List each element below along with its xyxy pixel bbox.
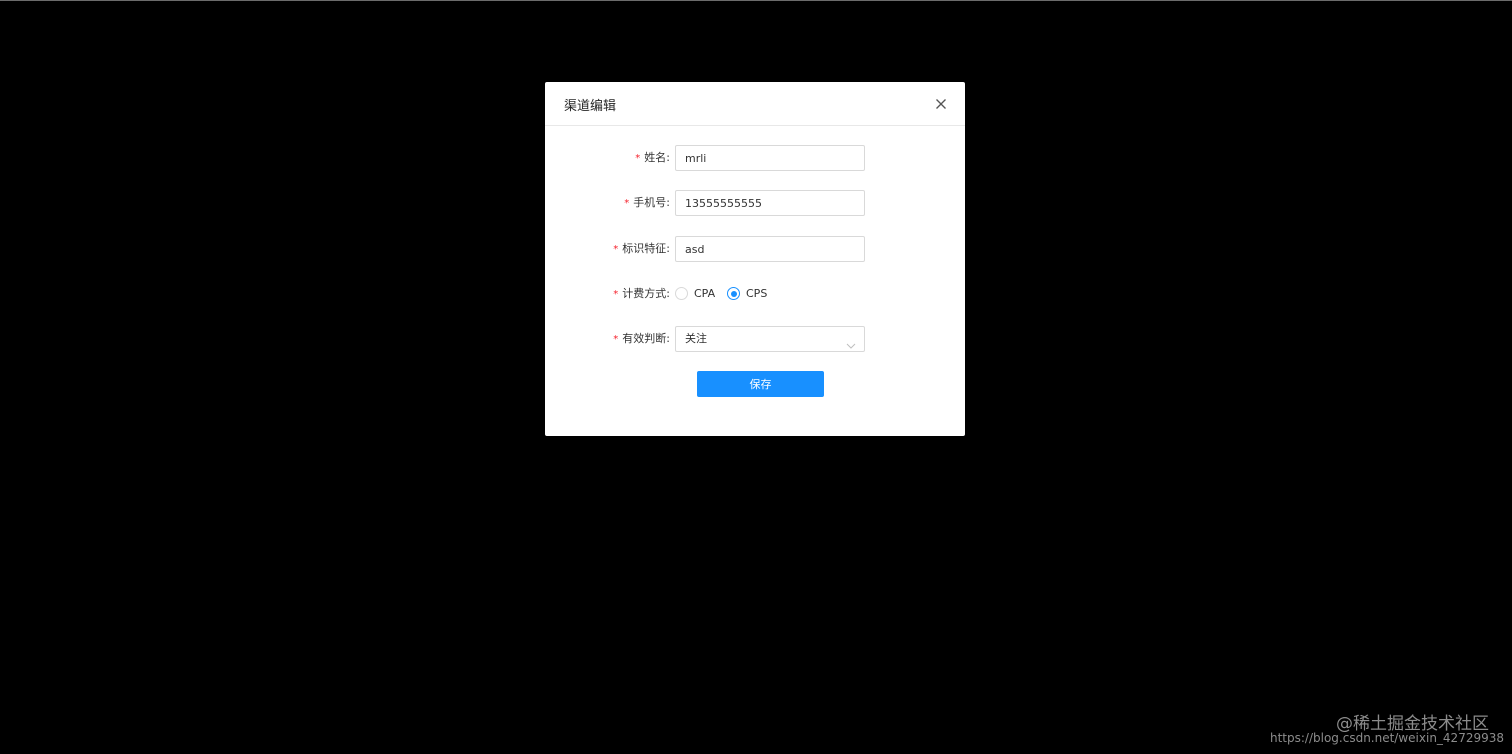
- form-row-billing: * 计费方式: CPA CPS: [545, 281, 965, 307]
- window-top-border: [0, 0, 1512, 1]
- phone-label: * 手机号:: [624, 190, 670, 216]
- name-input[interactable]: [675, 145, 865, 171]
- validity-label-text: 有效判断:: [622, 332, 670, 345]
- identifier-label: * 标识特征:: [613, 236, 670, 262]
- required-mark: *: [613, 289, 619, 300]
- required-mark: *: [635, 153, 641, 164]
- chevron-down-icon: [846, 335, 856, 349]
- phone-input[interactable]: [675, 190, 865, 216]
- radio-dot-selected: [730, 290, 737, 297]
- name-label: * 姓名:: [635, 145, 670, 171]
- modal-title: 渠道编辑: [564, 99, 617, 114]
- required-mark: *: [613, 244, 619, 255]
- form-row-name: * 姓名:: [545, 145, 965, 171]
- billing-label: * 计费方式:: [613, 281, 670, 307]
- validity-label: * 有效判断:: [613, 326, 670, 352]
- close-icon[interactable]: [931, 94, 951, 114]
- name-label-text: 姓名:: [644, 151, 670, 164]
- billing-label-text: 计费方式:: [622, 287, 670, 300]
- form-row-identifier: * 标识特征:: [545, 236, 965, 262]
- radio-label-cps: CPS: [746, 287, 768, 300]
- identifier-input[interactable]: [675, 236, 865, 262]
- identifier-label-text: 标识特征:: [622, 242, 670, 255]
- phone-label-text: 手机号:: [633, 196, 670, 209]
- radio-circle-cps[interactable]: [727, 287, 740, 300]
- radio-label-cpa: CPA: [694, 287, 716, 300]
- watermark-url: https://blog.csdn.net/weixin_42729938: [1269, 731, 1504, 745]
- form-row-validity: * 有效判断: 关注: [545, 326, 965, 352]
- channel-edit-modal: 渠道编辑 *姓名: *手机号: *标识特征: *计费方式: CPA: [545, 82, 965, 436]
- modal-header: 渠道编辑: [545, 82, 965, 126]
- radio-circle-cpa[interactable]: [675, 287, 688, 300]
- required-mark: *: [624, 198, 630, 209]
- save-button[interactable]: 保存: [697, 371, 824, 397]
- form-row-phone: * 手机号:: [545, 190, 965, 216]
- validity-select[interactable]: 关注: [675, 326, 865, 352]
- required-mark: *: [613, 334, 619, 345]
- validity-select-value: 关注: [685, 332, 707, 345]
